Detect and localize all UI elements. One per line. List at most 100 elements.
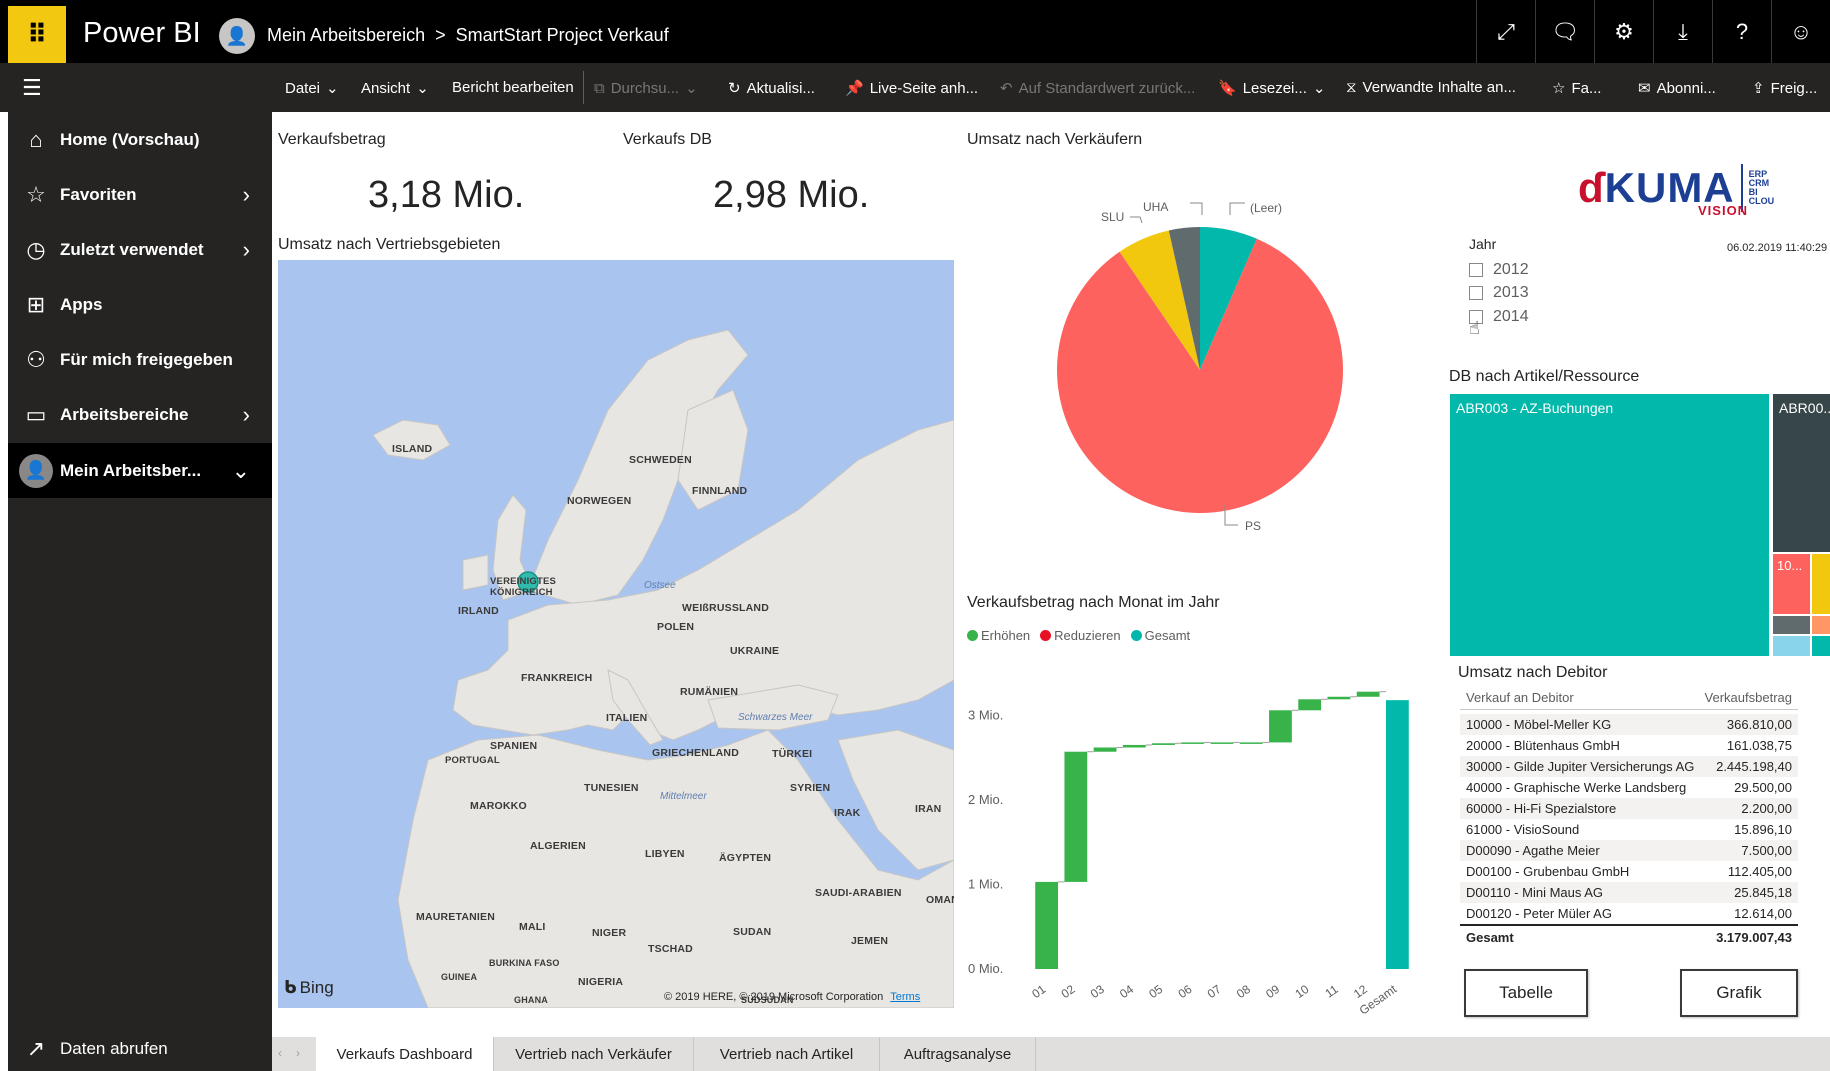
sidebar-item-daten-abrufen[interactable]: ↗ Daten abrufen — [8, 1026, 272, 1071]
sidebar-item-label: Zuletzt verwendet — [60, 239, 204, 259]
map-label: TUNESIEN — [584, 782, 639, 794]
tab-auftragsanalyse[interactable]: Auftragsanalyse — [880, 1037, 1036, 1071]
waterfall-bar-09[interactable] — [1269, 710, 1292, 743]
treemap-cell[interactable] — [1812, 616, 1830, 634]
cell-amount: 25.845,18 — [1734, 885, 1792, 900]
smiley-icon[interactable]: ☺ — [1771, 0, 1830, 63]
waterfall-bar-02[interactable] — [1064, 751, 1088, 882]
waterfall-bar-12[interactable] — [1356, 691, 1380, 697]
table-row[interactable]: 10000 - Möbel-Meller KG 366.810,00 — [1460, 714, 1798, 735]
waterfall-bar-04[interactable] — [1122, 744, 1146, 748]
share-button[interactable]: ⇪ Freig... — [1752, 79, 1817, 98]
waterfall-legend: Erhöhen Reduzieren Gesamt — [967, 628, 1190, 643]
tab-vertrieb-artikel[interactable]: Vertrieb nach Artikel — [694, 1037, 880, 1071]
breadcrumb-workspace[interactable]: Mein Arbeitsbereich — [267, 25, 425, 46]
kpi-value-verkaufsbetrag[interactable]: 3,18 Mio. — [368, 174, 524, 217]
waffle-icon[interactable]: ⠿ — [8, 6, 66, 63]
pie-label-leer: (Leer) — [1250, 201, 1283, 215]
sidebar-item-mein-arbeitsbereich[interactable]: 👤 Mein Arbeitsber... ⌄ — [8, 443, 272, 498]
terms-link[interactable]: Terms — [890, 991, 920, 1003]
waterfall-bar-05[interactable] — [1152, 743, 1175, 745]
chevron-right-icon[interactable]: › — [243, 182, 250, 208]
bookmarks-button[interactable]: 🔖 Lesezei... ⌄ — [1218, 79, 1325, 98]
favorite-button[interactable]: ☆ Fa... — [1552, 79, 1601, 98]
reset-default-button: ↶ Auf Standardwert zurück... — [1000, 79, 1196, 98]
waterfall-chart[interactable]: 3 Mio. 2 Mio. 1 Mio. 0 Mio. 01 02 03 04 05 06 07 08… — [960, 680, 1420, 1020]
treemap-visual[interactable]: ABR003 - AZ-Buchungen ABR00... 10... — [1450, 394, 1830, 656]
map-label: PORTUGAL — [445, 755, 500, 766]
hamburger-icon[interactable]: ☰ — [22, 75, 42, 101]
waterfall-bar-01[interactable] — [1035, 881, 1059, 969]
edit-report-button[interactable]: Bericht bearbeiten — [452, 79, 574, 96]
treemap-cell[interactable] — [1812, 554, 1830, 614]
cell-debitor: D00090 - Agathe Meier — [1466, 843, 1600, 858]
treemap-cell-abr00[interactable]: ABR00... — [1773, 394, 1830, 552]
chevron-right-icon[interactable]: › — [243, 237, 250, 263]
table-header[interactable]: Verkauf an Debitor Verkaufsbetrag — [1460, 686, 1798, 710]
sidebar-item-home[interactable]: ⌂ Home (Vorschau) — [8, 112, 272, 167]
app-title[interactable]: Power BI — [83, 17, 201, 50]
map-label: ALGERIEN — [530, 840, 586, 852]
table-row[interactable]: 20000 - Blütenhaus GmbH 161.038,75 — [1460, 735, 1798, 756]
waterfall-bar-06[interactable] — [1181, 742, 1205, 744]
treemap-cell[interactable] — [1773, 636, 1810, 656]
table-row[interactable]: 60000 - Hi-Fi Spezialstore 2.200,00 — [1460, 798, 1798, 819]
table-row[interactable]: 61000 - VisioSound 15.896,10 — [1460, 819, 1798, 840]
cursor-hand-icon: ☝ — [1469, 318, 1480, 338]
treemap-cell[interactable] — [1812, 636, 1830, 656]
table-row[interactable]: D00100 - Grubenbau GmbH 112.405,00 — [1460, 861, 1798, 882]
kpi-value-verkaufs-db[interactable]: 2,98 Mio. — [713, 174, 869, 217]
related-content-button[interactable]: ⧖ Verwandte Inhalte an... — [1346, 79, 1516, 96]
cell-amount: 12.614,00 — [1734, 906, 1792, 921]
map-label: MALI — [519, 921, 546, 933]
tabelle-button[interactable]: Tabelle — [1464, 969, 1588, 1017]
tab-verkaufs-dashboard[interactable]: Verkaufs Dashboard — [316, 1037, 494, 1071]
chevron-right-icon[interactable]: › — [243, 402, 250, 428]
treemap-title: DB nach Artikel/Ressource — [1449, 368, 1640, 385]
bing-icon: ᑲ — [284, 978, 297, 997]
chevron-down-icon: ⌄ — [326, 80, 339, 97]
sidebar-item-zuletzt[interactable]: ◷ Zuletzt verwendet › — [8, 222, 272, 277]
expand-icon[interactable]: ⤢ — [1476, 0, 1535, 63]
map-visual[interactable]: ISLAND SCHWEDEN FINNLAND NORWEGEN VEREIN… — [278, 260, 954, 1008]
slicer-option-2012[interactable]: 2012 — [1469, 261, 1529, 279]
waterfall-bar-07[interactable] — [1210, 742, 1234, 744]
pin-live-page-button[interactable]: 📌 Live-Seite anh... — [845, 79, 978, 98]
menu-datei[interactable]: Datei ⌄ — [285, 79, 339, 98]
tab-scroll-arrows[interactable]: ‹ › — [278, 1046, 300, 1060]
treemap-cell-abr003[interactable]: ABR003 - AZ-Buchungen — [1450, 394, 1771, 656]
tab-vertrieb-verkaeufer[interactable]: Vertrieb nach Verkäufer — [494, 1037, 694, 1071]
waterfall-bar-10[interactable] — [1298, 699, 1322, 711]
table-row[interactable]: D00120 - Peter Müler AG 12.614,00 — [1460, 903, 1798, 924]
treemap-cell-10[interactable]: 10... — [1773, 554, 1810, 614]
sea-label: Schwarzes Meer — [738, 712, 813, 723]
refresh-button[interactable]: ↻ Aktualisi... — [728, 79, 815, 98]
table-row[interactable]: D00110 - Mini Maus AG 25.845,18 — [1460, 882, 1798, 903]
waterfall-bar-08[interactable] — [1239, 742, 1263, 744]
table-row[interactable]: 30000 - Gilde Jupiter Versicherungs AG 2.… — [1460, 756, 1798, 777]
grafik-button[interactable]: Grafik — [1680, 969, 1798, 1017]
download-icon[interactable]: ⤓ — [1653, 0, 1712, 63]
subscribe-button[interactable]: ✉ Abonni... — [1638, 79, 1716, 98]
menu-ansicht[interactable]: Ansicht ⌄ — [361, 79, 429, 98]
slicer-option-2013[interactable]: 2013 — [1469, 284, 1529, 302]
table-row[interactable]: 40000 - Graphische Werke Landsberg 29.500… — [1460, 777, 1798, 798]
waterfall-bar-gesamt[interactable] — [1385, 700, 1409, 969]
waterfall-bar-03[interactable] — [1093, 747, 1117, 752]
map-label: BURKINA FASO — [489, 958, 560, 968]
help-icon[interactable]: ? — [1712, 0, 1771, 63]
refresh-icon: ↻ — [728, 80, 741, 97]
gear-icon[interactable]: ⚙ — [1594, 0, 1653, 63]
map-label: VEREINIGTES KÖNIGREICH — [490, 576, 557, 598]
mail-icon: ✉ — [1638, 80, 1651, 97]
comment-icon[interactable]: 🗨 — [1535, 0, 1594, 63]
waterfall-bar-11[interactable] — [1327, 696, 1351, 700]
sidebar-item-favoriten[interactable]: ☆ Favoriten › — [8, 167, 272, 222]
sidebar-item-apps[interactable]: ⊞ Apps — [8, 277, 272, 332]
treemap-cell[interactable] — [1773, 616, 1810, 634]
sidebar-item-shared[interactable]: ⚇ Für mich freigegeben — [8, 332, 272, 387]
sidebar-item-arbeitsbereiche[interactable]: ▭ Arbeitsbereiche › — [8, 387, 272, 442]
pie-leader-lines — [1130, 202, 1245, 526]
table-row[interactable]: D00090 - Agathe Meier 7.500,00 — [1460, 840, 1798, 861]
chevron-down-icon[interactable]: ⌄ — [232, 458, 250, 484]
